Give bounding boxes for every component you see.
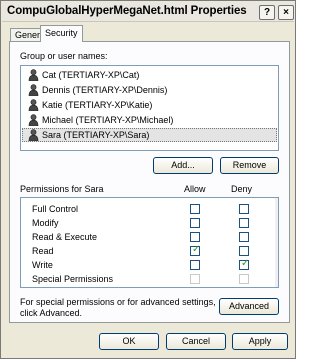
permission-name: Modify [32, 218, 59, 228]
deny-checkbox[interactable] [239, 232, 249, 242]
advanced-hint-line1: For special permissions or for advanced … [20, 297, 216, 307]
ok-button[interactable]: OK [99, 333, 159, 350]
allow-checkbox[interactable]: ✓ [190, 244, 201, 256]
permissions-for-label: Permissions for Sara [20, 184, 104, 194]
user-icon [28, 69, 39, 81]
user-list-item[interactable]: Sara (TERTIARY-XP\Sara) [22, 128, 277, 142]
allow-checkbox[interactable] [190, 260, 200, 270]
permission-name: Special Permissions [32, 274, 114, 284]
deny-checkbox[interactable]: ✓ [239, 258, 250, 270]
user-icon [28, 114, 39, 126]
permission-row: Read & Execute [21, 231, 276, 243]
checkmark-icon: ✓ [241, 258, 250, 269]
allow-checkbox[interactable] [190, 204, 200, 214]
cancel-button[interactable]: Cancel [166, 333, 226, 350]
user-list-item[interactable]: Cat (TERTIARY-XP\Cat) [22, 68, 277, 82]
remove-button[interactable]: Remove [220, 157, 279, 174]
user-name: Katie (TERTIARY-XP\Katie) [42, 100, 153, 110]
permission-name: Write [32, 260, 53, 270]
deny-checkbox[interactable] [239, 204, 249, 214]
allow-checkbox[interactable] [190, 218, 200, 228]
user-icon [28, 129, 39, 141]
deny-column-header: Deny [231, 184, 253, 194]
user-name: Dennis (TERTIARY-XP\Dennis) [42, 85, 168, 95]
advanced-button[interactable]: Advanced [219, 298, 279, 315]
help-button[interactable]: ? [259, 5, 275, 20]
deny-checkbox[interactable] [239, 246, 249, 256]
permissions-list: Full Control Modify Read & Execute Read ✓ Wri… [20, 197, 279, 288]
title-bar[interactable]: CompuGlobalHyperMegaNet.html Properties … [2, 2, 294, 22]
allow-checkbox[interactable] [190, 232, 200, 242]
user-icon [28, 99, 39, 111]
add-button[interactable]: Add... [153, 157, 213, 174]
permission-row: Special Permissions [21, 273, 276, 285]
permission-name: Read [32, 246, 54, 256]
allow-column-header: Allow [184, 184, 206, 194]
allow-checkbox [190, 274, 200, 284]
checkmark-icon: ✓ [192, 244, 201, 255]
window-title: CompuGlobalHyperMegaNet.html Properties [7, 5, 247, 17]
user-name: Michael (TERTIARY-XP\Michael) [42, 115, 174, 125]
deny-checkbox [239, 274, 249, 284]
permission-name: Full Control [32, 204, 79, 214]
user-list-item[interactable]: Michael (TERTIARY-XP\Michael) [22, 113, 277, 127]
permission-row: Write ✓ [21, 258, 276, 271]
permission-row: Full Control [21, 203, 276, 215]
user-name: Cat (TERTIARY-XP\Cat) [42, 70, 140, 80]
user-list-item[interactable]: Dennis (TERTIARY-XP\Dennis) [22, 83, 277, 97]
deny-checkbox[interactable] [239, 218, 249, 228]
tab-security[interactable]: Security [40, 25, 83, 42]
close-button[interactable]: × [278, 5, 294, 20]
user-name: Sara (TERTIARY-XP\Sara) [42, 130, 150, 140]
user-list-item[interactable]: Katie (TERTIARY-XP\Katie) [22, 98, 277, 112]
apply-button[interactable]: Apply [232, 333, 288, 350]
group-or-user-names-label: Group or user names: [20, 51, 108, 61]
permission-row: Modify [21, 217, 276, 229]
user-icon [28, 84, 39, 96]
user-list[interactable]: Cat (TERTIARY-XP\Cat) Dennis (TERTIARY-XP… [20, 65, 279, 151]
permission-name: Read & Execute [32, 232, 98, 242]
advanced-hint-line2: click Advanced. [20, 308, 83, 318]
permission-row: Read ✓ [21, 244, 276, 257]
properties-dialog: CompuGlobalHyperMegaNet.html Properties … [0, 0, 296, 359]
